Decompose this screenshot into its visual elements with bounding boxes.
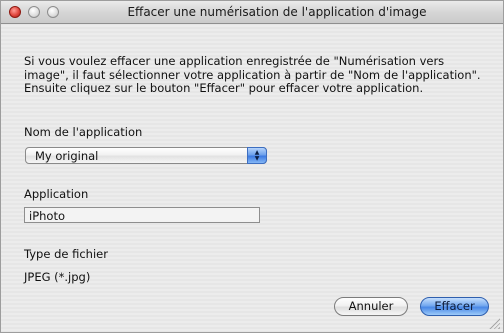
zoom-window-icon[interactable] [47, 6, 59, 18]
app-name-label: Nom de l'application [24, 125, 143, 139]
close-window-icon[interactable] [9, 6, 21, 18]
application-label: Application [24, 187, 89, 201]
app-name-popup[interactable]: My original ▲ ▼ [25, 147, 267, 164]
app-name-selected: My original [35, 149, 99, 163]
window-title: Effacer une numérisation de l'applicatio… [127, 5, 427, 19]
delete-button[interactable]: Effacer [420, 297, 489, 316]
file-type-value: JPEG (*.jpg) [24, 270, 91, 284]
resize-grip-icon[interactable] [489, 318, 500, 329]
description-text: Si vous voulez effacer une application e… [24, 54, 481, 95]
cancel-button[interactable]: Annuler [334, 297, 408, 316]
file-type-label: Type de fichier [24, 247, 108, 261]
dialog-window: Effacer une numérisation de l'applicatio… [0, 0, 504, 333]
popup-arrows-icon[interactable]: ▲ ▼ [247, 147, 267, 164]
application-field: iPhoto [24, 207, 260, 223]
application-value: iPhoto [29, 209, 65, 223]
minimize-window-icon[interactable] [28, 6, 40, 18]
title-bar[interactable]: Effacer une numérisation de l'applicatio… [1, 1, 503, 24]
